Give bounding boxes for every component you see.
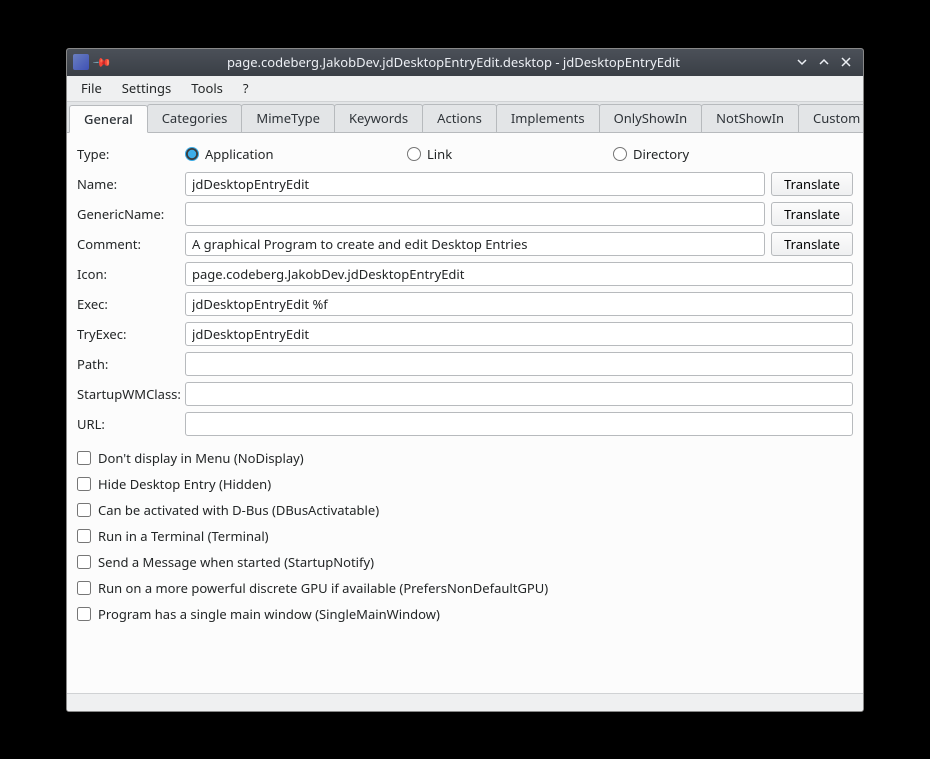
url-label: URL: [77, 415, 185, 433]
checkbox-startupnotify-input[interactable] [77, 555, 91, 569]
checkbox-hidden-input[interactable] [77, 477, 91, 491]
genericname-input[interactable] [185, 202, 765, 226]
tryexec-input[interactable] [185, 322, 853, 346]
checkbox-terminal-label: Run in a Terminal (Terminal) [98, 527, 269, 545]
checkbox-singlemainwindow-label: Program has a single main window (Single… [98, 605, 440, 623]
type-radio-group: Application Link Directory [185, 145, 853, 163]
close-icon [840, 56, 852, 68]
name-input[interactable] [185, 172, 765, 196]
menu-file[interactable]: File [71, 76, 112, 100]
titlebar[interactable]: 📌 page.codeberg.JakobDev.jdDesktopEntryE… [67, 49, 863, 76]
tab-keywords[interactable]: Keywords [334, 104, 423, 132]
type-radio-link[interactable]: Link [407, 145, 613, 163]
genericname-label: GenericName: [77, 205, 185, 223]
name-label: Name: [77, 175, 185, 193]
type-radio-application-input[interactable] [185, 147, 199, 161]
tab-categories[interactable]: Categories [147, 104, 243, 132]
window-title: page.codeberg.JakobDev.jdDesktopEntryEdi… [116, 53, 791, 71]
checkbox-singlemainwindow[interactable]: Program has a single main window (Single… [77, 601, 853, 627]
menu-tools[interactable]: Tools [181, 76, 233, 100]
checkbox-hidden[interactable]: Hide Desktop Entry (Hidden) [77, 471, 853, 497]
comment-label: Comment: [77, 235, 185, 253]
checkbox-nodisplay-label: Don't display in Menu (NoDisplay) [98, 449, 304, 467]
comment-translate-button[interactable]: Translate [771, 232, 853, 256]
tab-custom[interactable]: Custom [798, 104, 864, 132]
url-input[interactable] [185, 412, 853, 436]
checkbox-nodisplay[interactable]: Don't display in Menu (NoDisplay) [77, 445, 853, 471]
type-radio-link-label: Link [427, 145, 452, 163]
type-radio-link-input[interactable] [407, 147, 421, 161]
checkbox-dbusactivatable[interactable]: Can be activated with D-Bus (DBusActivat… [77, 497, 853, 523]
checkbox-prefersnondefaultgpu-label: Run on a more powerful discrete GPU if a… [98, 579, 548, 597]
checkbox-dbusactivatable-label: Can be activated with D-Bus (DBusActivat… [98, 501, 379, 519]
genericname-translate-button[interactable]: Translate [771, 202, 853, 226]
type-radio-application[interactable]: Application [185, 145, 407, 163]
startupwmclass-label: StartupWMClass: [77, 385, 185, 403]
type-radio-directory[interactable]: Directory [613, 145, 689, 163]
name-translate-button[interactable]: Translate [771, 172, 853, 196]
path-label: Path: [77, 355, 185, 373]
tab-content-general: Type: Application Link Directory Name: [67, 133, 863, 693]
checkbox-terminal[interactable]: Run in a Terminal (Terminal) [77, 523, 853, 549]
tab-notshowin[interactable]: NotShowIn [701, 104, 799, 132]
tab-general[interactable]: General [69, 105, 148, 133]
minimize-button[interactable] [791, 51, 813, 73]
checkbox-dbusactivatable-input[interactable] [77, 503, 91, 517]
pin-icon[interactable]: 📌 [91, 51, 114, 74]
checkbox-singlemainwindow-input[interactable] [77, 607, 91, 621]
type-label: Type: [77, 145, 185, 163]
tab-mimetype[interactable]: MimeType [241, 104, 335, 132]
application-window: 📌 page.codeberg.JakobDev.jdDesktopEntryE… [66, 48, 864, 712]
comment-input[interactable] [185, 232, 765, 256]
tryexec-label: TryExec: [77, 325, 185, 343]
startupwmclass-input[interactable] [185, 382, 853, 406]
type-radio-directory-label: Directory [633, 145, 689, 163]
icon-input[interactable] [185, 262, 853, 286]
checkbox-hidden-label: Hide Desktop Entry (Hidden) [98, 475, 271, 493]
menu-settings[interactable]: Settings [112, 76, 181, 100]
type-radio-application-label: Application [205, 145, 273, 163]
app-icon [73, 54, 89, 70]
chevron-down-icon [796, 56, 808, 68]
tab-implements[interactable]: Implements [496, 104, 600, 132]
checkbox-nodisplay-input[interactable] [77, 451, 91, 465]
exec-label: Exec: [77, 295, 185, 313]
tab-onlyshowin[interactable]: OnlyShowIn [599, 104, 703, 132]
statusbar [67, 693, 863, 711]
exec-input[interactable] [185, 292, 853, 316]
tabbar: General Categories MimeType Keywords Act… [67, 102, 863, 133]
path-input[interactable] [185, 352, 853, 376]
checkbox-prefersnondefaultgpu[interactable]: Run on a more powerful discrete GPU if a… [77, 575, 853, 601]
checkbox-startupnotify[interactable]: Send a Message when started (StartupNoti… [77, 549, 853, 575]
maximize-button[interactable] [813, 51, 835, 73]
chevron-up-icon [818, 56, 830, 68]
close-button[interactable] [835, 51, 857, 73]
icon-label: Icon: [77, 265, 185, 283]
type-radio-directory-input[interactable] [613, 147, 627, 161]
menu-help[interactable]: ? [233, 76, 259, 100]
checkbox-prefersnondefaultgpu-input[interactable] [77, 581, 91, 595]
checkbox-terminal-input[interactable] [77, 529, 91, 543]
checkbox-startupnotify-label: Send a Message when started (StartupNoti… [98, 553, 374, 571]
tab-actions[interactable]: Actions [422, 104, 497, 132]
menubar: File Settings Tools ? [67, 76, 863, 102]
